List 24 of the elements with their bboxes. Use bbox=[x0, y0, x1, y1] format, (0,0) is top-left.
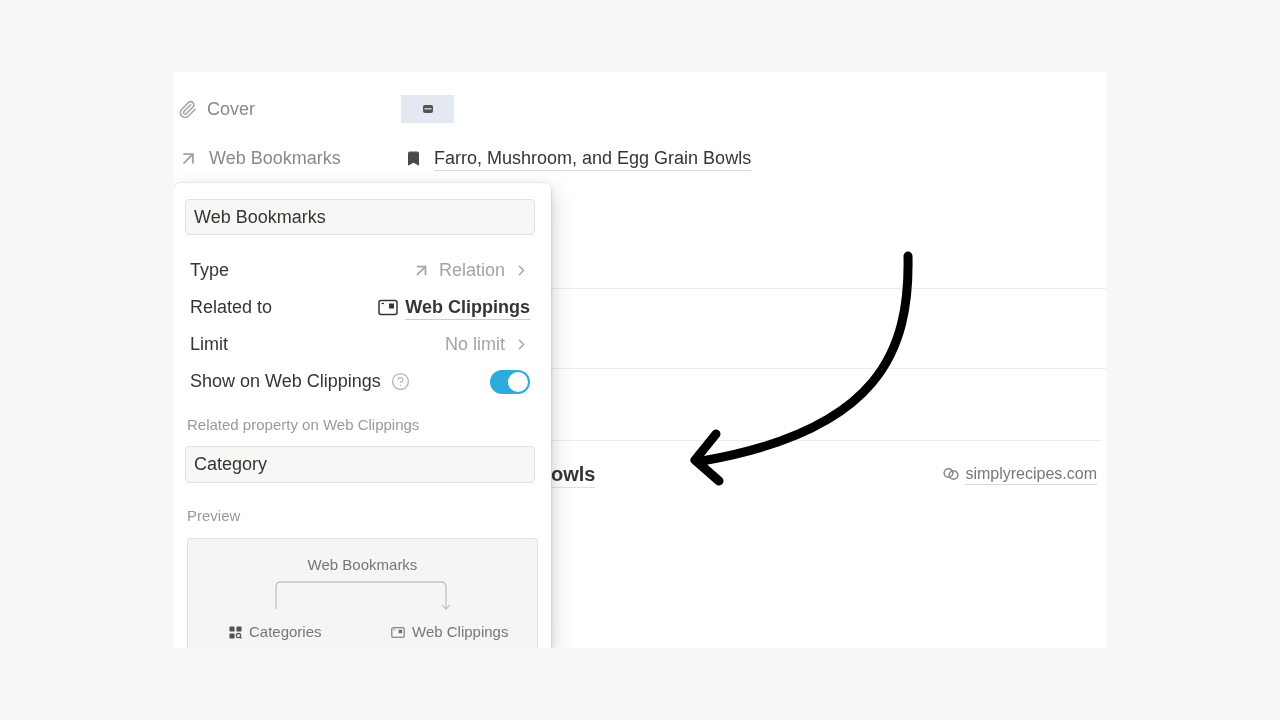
window-icon bbox=[391, 626, 405, 638]
relation-name: Web Bookmarks bbox=[307, 555, 418, 575]
property-name-field[interactable]: Web Bookmarks bbox=[185, 199, 535, 235]
setting-label: Limit bbox=[190, 333, 228, 356]
setting-label: Related to bbox=[190, 296, 273, 319]
section-label: Preview bbox=[187, 506, 241, 526]
link-icon bbox=[943, 467, 960, 481]
section-label: Related property on Web Clippings bbox=[187, 415, 420, 435]
grid-search-icon bbox=[228, 625, 242, 639]
linked-page-link[interactable]: Farro, Mushroom, and Egg Grain Bowls bbox=[434, 145, 752, 171]
related-property-field[interactable]: Category bbox=[185, 446, 535, 483]
window-icon bbox=[378, 299, 399, 316]
toggle-switch[interactable] bbox=[490, 369, 530, 394]
target-database-label: Web Clippings bbox=[412, 622, 509, 642]
property-label: Cover bbox=[207, 97, 255, 121]
cover-image-thumbnail[interactable] bbox=[401, 95, 454, 123]
setting-label: Type bbox=[190, 259, 230, 282]
paperclip-icon bbox=[178, 99, 197, 119]
property-label: Web Bookmarks bbox=[209, 146, 341, 170]
source-database-label: Categories bbox=[248, 622, 322, 642]
help-icon[interactable] bbox=[390, 372, 410, 391]
related-database-link[interactable]: Web Clippings bbox=[405, 295, 530, 320]
source-link[interactable]: simplyrecipes.com bbox=[965, 463, 1097, 485]
setting-label: Show on Web Clippings bbox=[190, 370, 381, 393]
